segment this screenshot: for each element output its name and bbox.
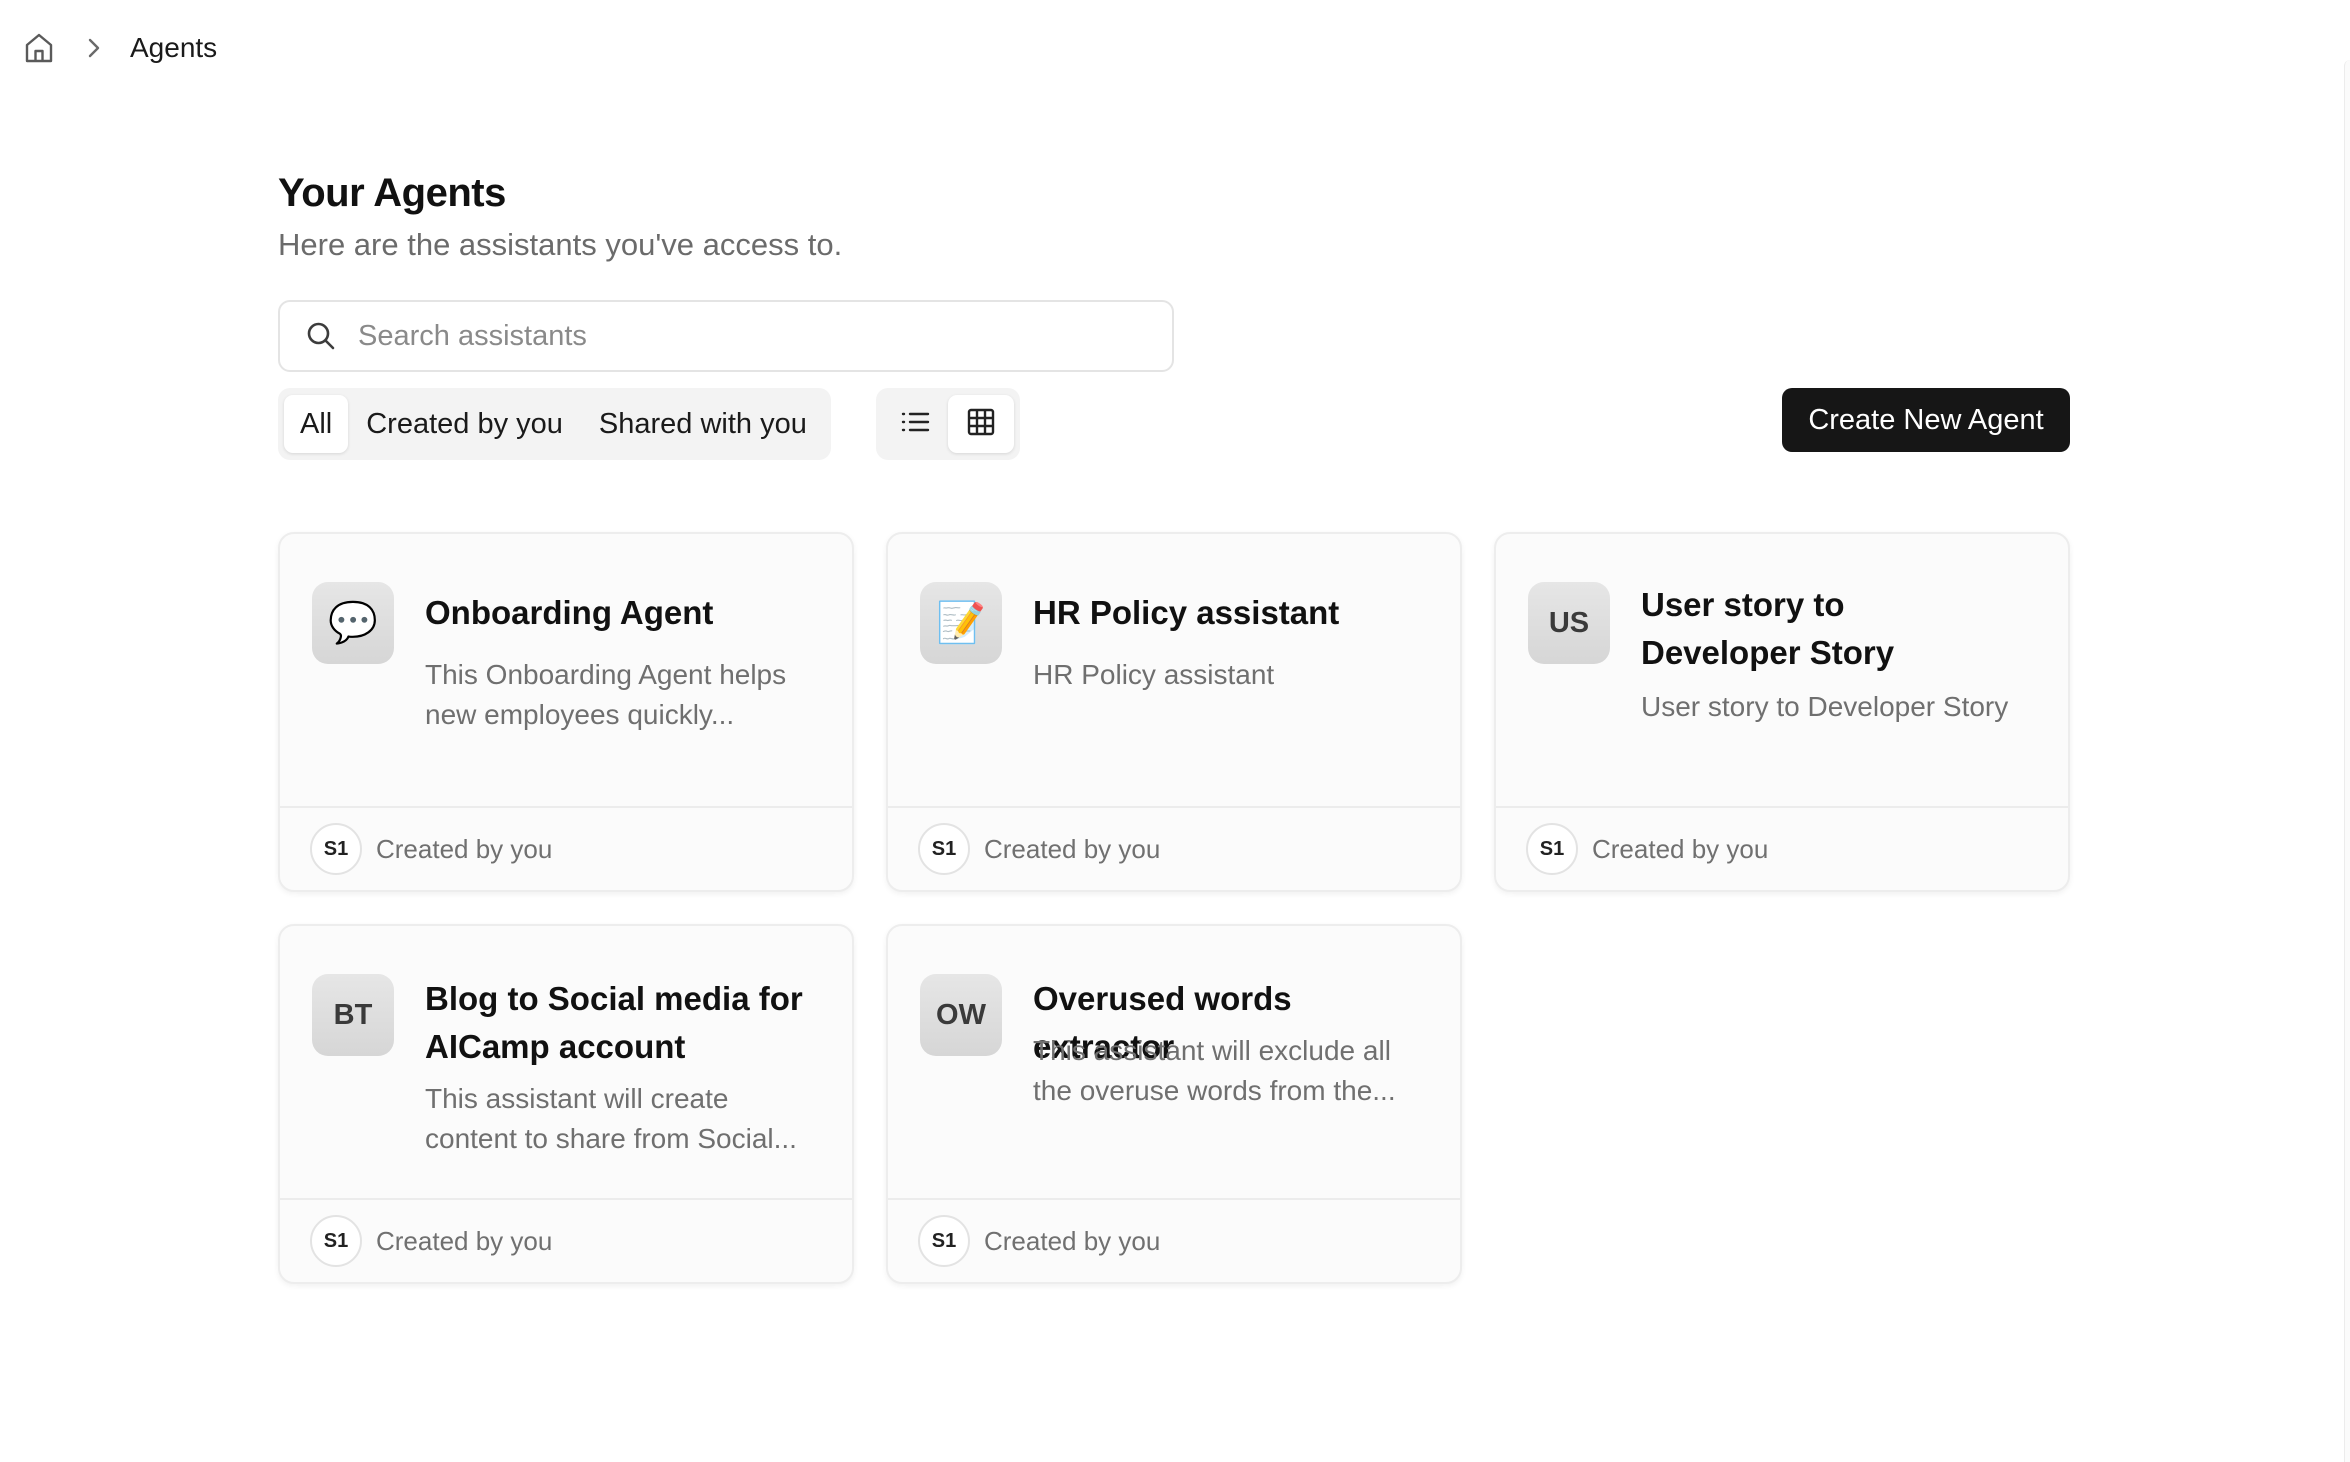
agent-avatar: OW xyxy=(920,974,1002,1056)
filter-tab-shared-with-you[interactable]: Shared with you xyxy=(581,395,825,453)
owner-avatar: S1 xyxy=(310,1215,362,1267)
owner-label: Created by you xyxy=(1592,833,1769,864)
agent-title: User story to Developer Story xyxy=(1641,581,2040,677)
scrollbar-track[interactable] xyxy=(2344,60,2350,1462)
agent-card[interactable]: 📝 HR Policy assistant HR Policy assistan… xyxy=(886,532,1462,892)
agent-description: This assistant will exclude all the over… xyxy=(1033,1031,1424,1111)
create-new-agent-button[interactable]: Create New Agent xyxy=(1782,388,2070,452)
speech-bubble-icon: 💬 xyxy=(328,601,378,645)
agent-card-footer: S1 Created by you xyxy=(280,1198,852,1282)
agent-description-line: new employees quickly... xyxy=(425,699,735,730)
filter-tab-created-by-you[interactable]: Created by you xyxy=(348,395,581,453)
owner-avatar: S1 xyxy=(918,1215,970,1267)
search-icon xyxy=(304,319,338,353)
owner-label: Created by you xyxy=(376,833,553,864)
agent-description-line: This assistant will create xyxy=(425,1083,729,1114)
owner-label: Created by you xyxy=(984,833,1161,864)
search-box[interactable] xyxy=(278,300,1174,372)
agent-description: HR Policy assistant xyxy=(1033,655,1424,695)
agent-title-line: User story to xyxy=(1641,586,1845,623)
list-icon xyxy=(900,410,930,439)
agent-description-line: the overuse words from the... xyxy=(1033,1075,1396,1106)
agent-card[interactable]: US User story to Developer Story User st… xyxy=(1494,532,2070,892)
owner-avatar: S1 xyxy=(1526,823,1578,875)
agent-title: HR Policy assistant xyxy=(1033,589,1432,637)
agent-card-footer: S1 Created by you xyxy=(888,1198,1460,1282)
list-view-button[interactable] xyxy=(882,395,948,453)
filter-tabs: All Created by you Shared with you xyxy=(278,388,831,460)
owner-avatar: S1 xyxy=(310,823,362,875)
agents-page: Agents Your Agents Here are the assistan… xyxy=(0,0,2350,1462)
agent-card-footer: S1 Created by you xyxy=(888,806,1460,890)
agent-title: Blog to Social media for AICamp account xyxy=(425,975,824,1071)
agent-description-line: User story to Developer Story xyxy=(1641,691,2009,722)
agent-card-footer: S1 Created by you xyxy=(280,806,852,890)
memo-icon: 📝 xyxy=(936,601,986,645)
agent-avatar: 💬 xyxy=(312,582,394,664)
agent-title-line: Onboarding Agent xyxy=(425,594,714,631)
owner-avatar: S1 xyxy=(918,823,970,875)
filter-tab-all[interactable]: All xyxy=(284,395,349,453)
agent-avatar: BT xyxy=(312,974,394,1056)
page-title: Your Agents xyxy=(278,171,506,215)
owner-label: Created by you xyxy=(984,1225,1161,1256)
home-icon[interactable] xyxy=(22,31,56,65)
agent-avatar: US xyxy=(1528,582,1610,664)
agent-description-line: This Onboarding Agent helps xyxy=(425,659,787,690)
chevron-right-icon xyxy=(82,36,106,60)
agent-avatar: 📝 xyxy=(920,582,1002,664)
owner-label: Created by you xyxy=(376,1225,553,1256)
main-content: Your Agents Here are the assistants you'… xyxy=(278,170,2072,460)
grid-icon xyxy=(967,408,995,441)
agent-description-line: content to share from Social... xyxy=(425,1123,797,1154)
agent-description-line: HR Policy assistant xyxy=(1033,659,1275,690)
search-input[interactable] xyxy=(358,319,1138,353)
agent-card[interactable]: BT Blog to Social media for AICamp accou… xyxy=(278,924,854,1284)
agent-card[interactable]: 💬 Onboarding Agent This Onboarding Agent… xyxy=(278,532,854,892)
agent-card-footer: S1 Created by you xyxy=(1496,806,2068,890)
agent-description: This Onboarding Agent helps new employee… xyxy=(425,655,816,735)
grid-view-button[interactable] xyxy=(948,395,1014,453)
agent-title: Onboarding Agent xyxy=(425,589,824,637)
agent-description: This assistant will create content to sh… xyxy=(425,1079,816,1159)
view-toggle xyxy=(876,388,1020,460)
breadcrumb: Agents xyxy=(22,28,217,68)
page-subtitle: Here are the assistants you've access to… xyxy=(278,227,843,262)
agent-title-line: Developer Story xyxy=(1641,634,1895,671)
agent-description: User story to Developer Story xyxy=(1641,687,2048,727)
agent-description-line: This assistant will exclude all xyxy=(1033,1035,1391,1066)
agent-title-line: AICamp account xyxy=(425,1028,686,1065)
agent-title-line: Blog to Social media for xyxy=(425,980,803,1017)
breadcrumb-current: Agents xyxy=(130,32,218,63)
agent-card[interactable]: OW Overused words extractor This assista… xyxy=(886,924,1462,1284)
agent-title-line: HR Policy assistant xyxy=(1033,594,1340,631)
